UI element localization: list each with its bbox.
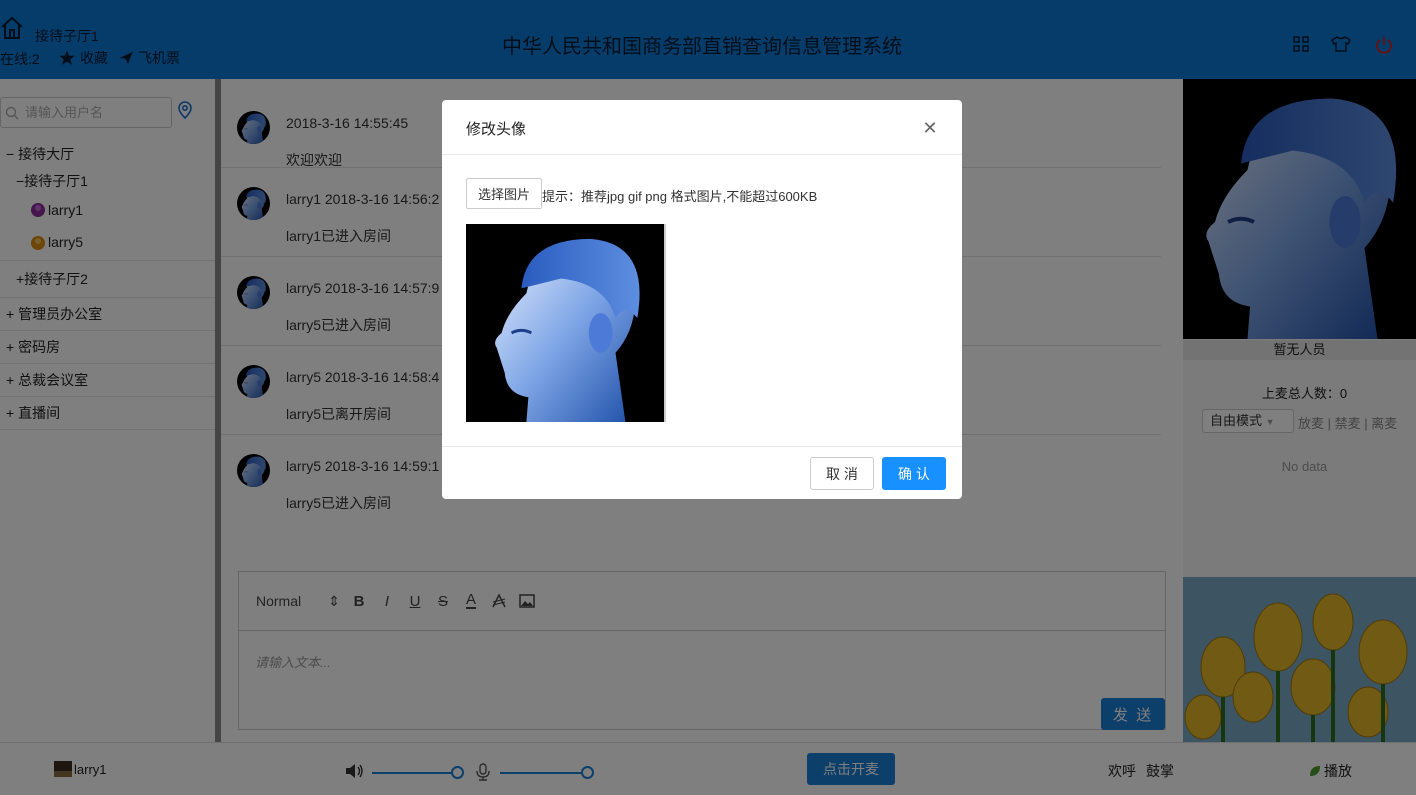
close-icon[interactable]: ✕: [918, 116, 942, 140]
modal-header: 修改头像 ✕: [442, 100, 962, 155]
upload-hint: 提示：推荐jpg gif png 格式图片,不能超过600KB: [542, 189, 818, 204]
avatar-modal: 修改头像 ✕ 选择图片 提示：推荐jpg gif png 格式图片,不能超过60…: [442, 100, 962, 499]
modal-title: 修改头像: [466, 121, 527, 138]
confirm-button[interactable]: 确 认: [882, 457, 946, 490]
avatar-preview: [466, 224, 666, 422]
choose-image-button[interactable]: 选择图片: [466, 178, 542, 209]
modal-footer: 取 消 确 认: [442, 446, 962, 499]
cancel-button[interactable]: 取 消: [810, 457, 874, 490]
